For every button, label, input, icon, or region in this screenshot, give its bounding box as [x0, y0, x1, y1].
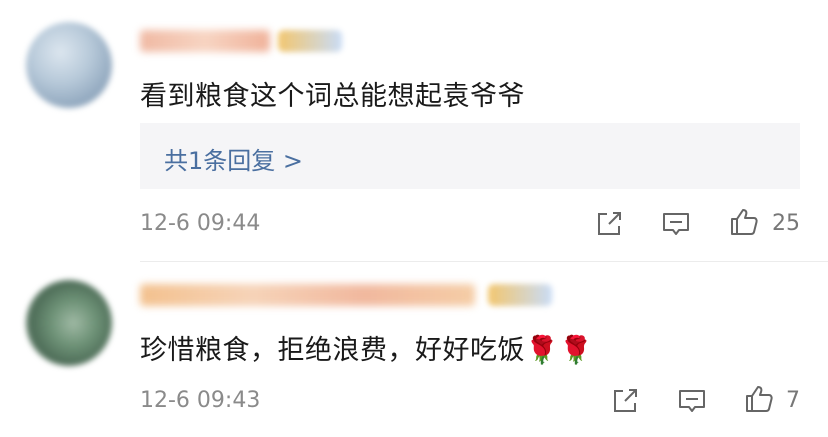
comment-item: 看到粮食这个词总能想起袁爷爷 共1条回复 > 12-6 09:44 25 — [0, 0, 828, 262]
share-button[interactable] — [593, 208, 625, 240]
like-button[interactable] — [728, 206, 760, 238]
like-count: 7 — [786, 388, 800, 413]
username-blurred[interactable] — [140, 30, 270, 52]
avatar[interactable] — [26, 22, 112, 108]
avatar[interactable] — [26, 280, 112, 366]
reply-button[interactable] — [676, 385, 708, 417]
comment-timestamp: 12-6 09:44 — [140, 211, 261, 236]
share-icon — [598, 212, 621, 235]
username-blurred[interactable] — [140, 284, 475, 306]
reply-icon — [679, 390, 705, 412]
like-button[interactable] — [743, 383, 775, 415]
reply-summary-box[interactable]: 共1条回复 > — [140, 123, 800, 189]
share-button[interactable] — [609, 385, 641, 417]
comment-text: 看到粮食这个词总能想起袁爷爷 — [140, 81, 525, 112]
user-badge-icon — [488, 284, 552, 306]
like-count: 25 — [772, 211, 800, 236]
user-badge-icon — [278, 30, 342, 52]
like-icon — [746, 386, 773, 412]
reply-icon — [663, 213, 689, 235]
share-icon — [614, 389, 637, 412]
comment-text: 珍惜粮食，拒绝浪费，好好吃饭🌹🌹 — [140, 335, 594, 366]
view-replies-link[interactable]: 共1条回复 > — [164, 141, 303, 176]
comment-item: 珍惜粮食，拒绝浪费，好好吃饭🌹🌹 12-6 09:43 7 — [0, 262, 828, 437]
comment-timestamp: 12-6 09:43 — [140, 388, 261, 413]
like-icon — [731, 209, 758, 235]
reply-button[interactable] — [660, 208, 692, 240]
